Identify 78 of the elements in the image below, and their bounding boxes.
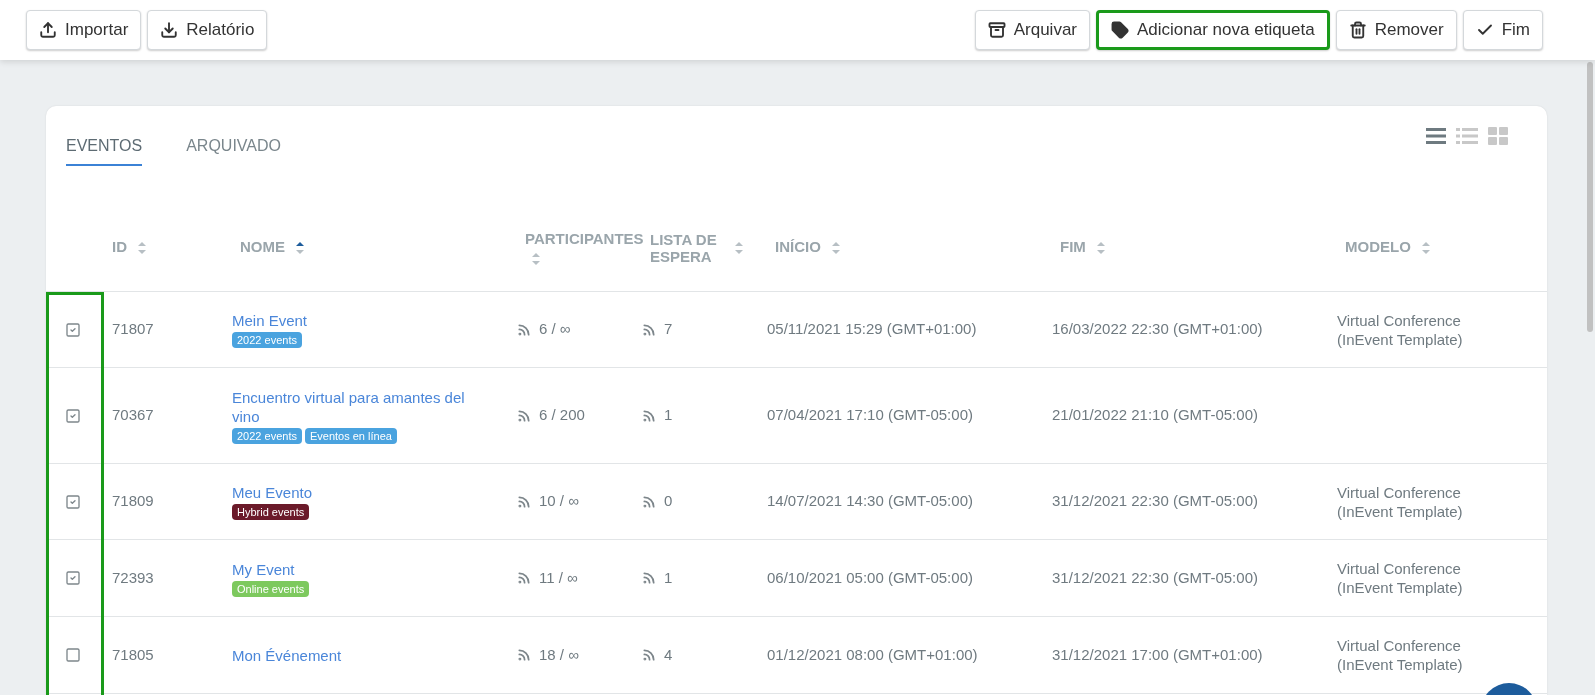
start-date-cell: 06/10/2021 05:00 (GMT-05:00) [767,568,973,586]
checked-checkbox[interactable] [65,407,81,424]
end-date-cell: 31/12/2021 22:30 (GMT-05:00) [1052,492,1258,510]
event-tag: 2022 events [232,427,302,444]
template-cell-text: Virtual Conference (InEvent Template) [1337,636,1464,674]
event-name-link[interactable]: Meu Evento [232,483,313,502]
checked-checkbox[interactable] [65,493,81,510]
column-header: INÍCIO [775,237,821,258]
column-header: ID [112,237,127,258]
sort-icon[interactable] [295,239,305,256]
participants-cell-text: 6 / ∞ [539,319,571,340]
rss-icon [642,571,656,585]
rss-icon [517,648,531,662]
event-name-link[interactable]: Mein Event [232,311,308,330]
rss-icon [517,408,531,423]
toolbar-button[interactable]: Importar [26,10,142,50]
waitlist-cell-text: 1 [664,567,673,588]
event-tag: Eventos en línea [304,427,397,444]
participants-cell-text: 18 / ∞ [539,644,579,665]
column-header: NOME [240,237,285,258]
checked-checkbox[interactable] [65,321,81,338]
id-cell: 70367 [112,406,154,424]
event-name-link[interactable]: Encuentro virtual para amantes del vino [232,387,477,426]
upload-icon [39,21,57,39]
template-cell-text: Virtual Conference (InEvent Template) [1337,482,1464,521]
start-date-cell: 14/07/2021 14:30 (GMT-05:00) [767,492,973,510]
rss-icon [642,322,656,337]
event-tag: 2022 events [232,332,302,348]
checked-checkbox[interactable] [65,570,81,586]
participants-cell-text: 10 / ∞ [539,491,579,512]
tag-icon [1111,21,1129,39]
template-cell-text: Virtual Conference (InEvent Template) [1337,559,1464,597]
download-icon [160,21,179,39]
end-date-cell: 21/01/2022 21:10 (GMT-05:00) [1052,406,1258,424]
participants-cell-text: 11 / ∞ [539,567,578,588]
start-date-cell: 05/11/2021 15:29 (GMT+01:00) [767,320,977,338]
rss-icon [517,494,531,509]
toolbar-button[interactable]: Arquivar [974,10,1090,50]
waitlist-cell-text: 0 [664,491,673,512]
trash-icon [1348,21,1367,39]
tab[interactable]: ARQUIVADO [186,134,281,166]
event-name-link[interactable]: Mon Événement [232,645,342,665]
rss-icon [517,322,531,337]
toolbar-button[interactable]: Relatório [147,10,268,50]
waitlist-cell-text: 4 [664,644,673,665]
column-header: PARTICIPANTES [525,229,644,250]
id-cell: 71809 [112,492,154,510]
end-date-cell: 31/12/2021 17:00 (GMT+01:00) [1052,645,1263,663]
detailed-list-view-icon[interactable] [1456,128,1478,144]
unchecked-checkbox[interactable] [65,647,81,663]
rss-icon [642,648,656,662]
event-tag: Online events [232,580,310,597]
toolbar-button[interactable]: Fim [1462,10,1543,50]
grid-view-icon[interactable] [1488,127,1508,145]
toolbar-button[interactable]: Adicionar nova etiqueta [1096,10,1330,50]
template-cell-text: Virtual Conference (InEvent Template) [1337,310,1464,349]
end-date-cell: 16/03/2022 22:30 (GMT+01:00) [1052,320,1263,338]
waitlist-cell-text: 1 [664,405,673,426]
list-view-icon[interactable] [1426,128,1446,144]
column-header: MODELO [1345,237,1411,258]
start-date-cell: 01/12/2021 08:00 (GMT+01:00) [767,645,978,663]
rss-icon [642,408,656,423]
id-cell: 71807 [112,320,154,338]
column-header: LISTA DE ESPERA [650,230,718,265]
id-cell: 72393 [112,568,154,586]
start-date-cell: 07/04/2021 17:10 (GMT-05:00) [767,406,973,424]
rss-icon [642,494,656,509]
toolbar-button[interactable]: Remover [1335,10,1457,50]
event-name-link[interactable]: My Event [232,559,295,579]
id-cell: 71805 [112,645,154,663]
participants-cell-text: 6 / 200 [539,405,585,426]
rss-icon [517,571,531,585]
column-header: FIM [1060,237,1086,258]
tab[interactable]: EVENTOS [66,134,143,166]
archive-icon [987,21,1006,39]
waitlist-cell-text: 7 [664,319,673,340]
end-date-cell: 31/12/2021 22:30 (GMT-05:00) [1052,568,1258,586]
event-tag: Hybrid events [232,504,310,520]
